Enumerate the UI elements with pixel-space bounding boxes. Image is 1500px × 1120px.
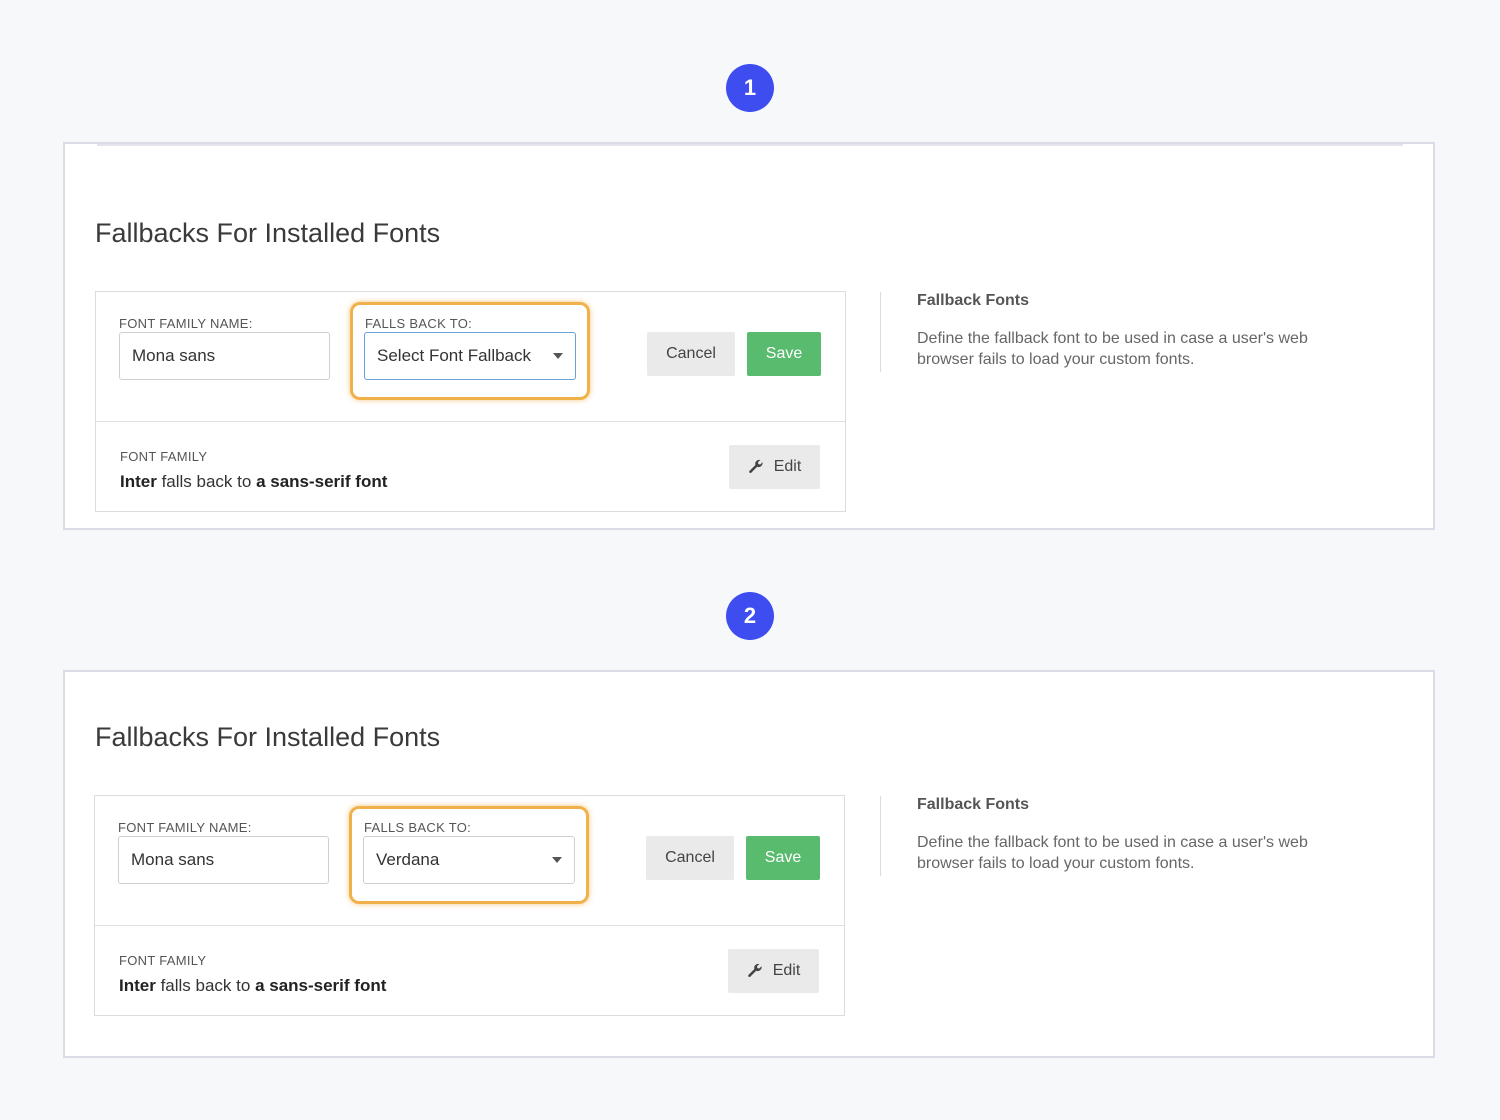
- existing-fallback-row: FONT FAMILY Inter falls back to a sans-s…: [96, 422, 845, 511]
- edit-label: Edit: [773, 458, 802, 475]
- edit-button[interactable]: Edit: [729, 445, 820, 489]
- falls-back-text: falls back to: [155, 976, 256, 995]
- font-family-name-value: Mona sans: [132, 346, 216, 365]
- falls-back-to-select[interactable]: Select Font Fallback: [364, 332, 576, 380]
- fallback-card: FONT FAMILY NAME: Mona sans FALLS BACK T…: [94, 795, 845, 1016]
- step-badge-1: 1: [726, 64, 774, 112]
- caret-down-icon: [553, 353, 563, 359]
- falls-back-to-label: FALLS BACK TO:: [364, 820, 472, 835]
- save-button[interactable]: Save: [746, 836, 820, 880]
- caret-down-icon: [552, 857, 562, 863]
- panel-title: Fallbacks For Installed Fonts: [95, 722, 441, 752]
- fallback-panel-1: Fallbacks For Installed Fonts FONT FAMIL…: [63, 142, 1435, 530]
- divider: [97, 144, 1403, 146]
- side-title: Fallback Fonts: [917, 796, 1030, 813]
- cancel-button[interactable]: Cancel: [646, 836, 734, 880]
- font-family-name-label: FONT FAMILY NAME:: [118, 820, 252, 835]
- step-number: 2: [743, 603, 757, 628]
- panel-title: Fallbacks For Installed Fonts: [95, 218, 441, 248]
- side-description: Define the fallback font to be used in c…: [917, 834, 1308, 872]
- fallback-name: a sans-serif font: [256, 472, 388, 491]
- existing-fallback-row: FONT FAMILY Inter falls back to a sans-s…: [95, 926, 844, 1015]
- font-family-label: FONT FAMILY: [119, 953, 207, 968]
- cancel-button[interactable]: Cancel: [647, 332, 735, 376]
- side-title: Fallback Fonts: [917, 292, 1030, 309]
- edit-button[interactable]: Edit: [728, 949, 819, 993]
- falls-back-text: falls back to: [156, 472, 257, 491]
- font-name: Inter: [119, 976, 156, 995]
- falls-back-to-label: FALLS BACK TO:: [365, 316, 473, 331]
- fallback-description: Inter falls back to a sans-serif font: [120, 472, 387, 492]
- falls-back-to-select[interactable]: Verdana: [363, 836, 575, 884]
- font-family-name-input[interactable]: Mona sans: [118, 836, 329, 884]
- font-family-name-label: FONT FAMILY NAME:: [119, 316, 253, 331]
- fallback-description: Inter falls back to a sans-serif font: [119, 976, 386, 996]
- edit-row: FONT FAMILY NAME: Mona sans FALLS BACK T…: [95, 796, 844, 926]
- side-help: Fallback Fonts Define the fallback font …: [880, 796, 1360, 876]
- step-badge-2: 2: [726, 592, 774, 640]
- font-family-name-value: Mona sans: [131, 850, 215, 869]
- fallback-panel-2: Fallbacks For Installed Fonts FONT FAMIL…: [63, 670, 1435, 1058]
- side-description: Define the fallback font to be used in c…: [917, 330, 1308, 368]
- font-family-name-input[interactable]: Mona sans: [119, 332, 330, 380]
- wrench-icon: [747, 963, 762, 978]
- falls-back-to-value: Select Font Fallback: [377, 346, 532, 365]
- fallback-name: a sans-serif font: [255, 976, 387, 995]
- side-help: Fallback Fonts Define the fallback font …: [880, 292, 1360, 372]
- falls-back-to-value: Verdana: [376, 850, 440, 869]
- font-name: Inter: [120, 472, 157, 491]
- fallback-card: FONT FAMILY NAME: Mona sans FALLS BACK T…: [95, 291, 846, 512]
- edit-row: FONT FAMILY NAME: Mona sans FALLS BACK T…: [96, 292, 845, 422]
- edit-label: Edit: [772, 962, 801, 979]
- wrench-icon: [748, 459, 763, 474]
- step-number: 1: [743, 75, 757, 100]
- save-button[interactable]: Save: [747, 332, 821, 376]
- font-family-label: FONT FAMILY: [120, 449, 208, 464]
